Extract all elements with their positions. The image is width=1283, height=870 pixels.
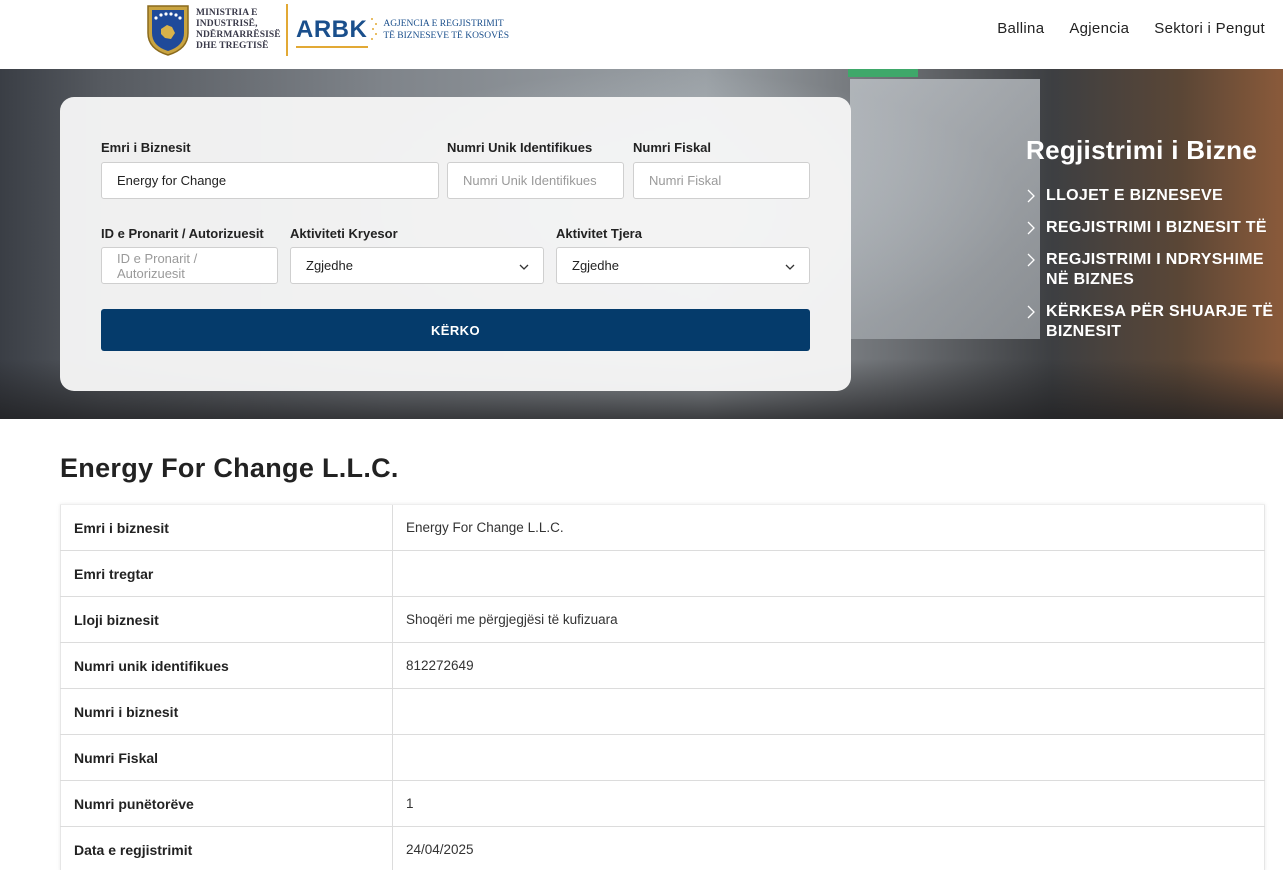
hero-link-list: LLOJET E BIZNESEVE REGJISTRIMI I BIZNESI… xyxy=(1026,186,1283,342)
row-key: Numri punëtorëve xyxy=(60,781,393,826)
row-key: Numri i biznesit xyxy=(60,689,393,734)
hero-link-text: REGJISTRIMI I NDRYSHIME xyxy=(1046,251,1264,268)
table-row: Numri unik identifikues 812272649 xyxy=(60,643,1265,689)
top-header: MINISTRIA E INDUSTRISË, NDËRMARRËSISË DH… xyxy=(0,0,1283,69)
nav-agjencia[interactable]: Agjencia xyxy=(1069,20,1129,37)
row-value: Shoqëri me përgjegjësi të kufizuara xyxy=(393,597,1265,642)
hero-link-text: BIZNESIT xyxy=(1046,323,1122,340)
table-row: Lloji biznesit Shoqëri me përgjegjësi të… xyxy=(60,597,1265,643)
hero-link-text: LLOJET E BIZNESEVE xyxy=(1046,187,1223,204)
main-activity-label: Aktiviteti Kryesor xyxy=(290,226,398,241)
other-activity-value: Zgjedhe xyxy=(572,258,619,273)
nui-input[interactable]: Numri Unik Identifikues xyxy=(447,162,624,199)
hero-background-screen xyxy=(850,79,1040,339)
kosovo-crest-icon xyxy=(145,3,191,57)
hero-banner: Emri i Biznesit Energy for Change Numri … xyxy=(0,69,1283,419)
search-form: Emri i Biznesit Energy for Change Numri … xyxy=(60,97,851,391)
hero-link-text: NË BIZNES xyxy=(1046,271,1135,288)
row-value xyxy=(393,551,1265,596)
agency-name: AGJENCIA E REGJISTRIMIT TË BIZNESEVE TË … xyxy=(383,18,513,42)
owner-id-label: ID e Pronarit / Autorizuesit xyxy=(101,226,264,241)
table-row: Emri tregtar xyxy=(60,551,1265,597)
ministry-line: MINISTRIA E xyxy=(196,8,258,18)
chevron-right-icon xyxy=(1026,305,1036,319)
row-key: Numri Fiskal xyxy=(60,735,393,780)
fiscal-label: Numri Fiskal xyxy=(633,140,712,155)
ministry-name: MINISTRIA E INDUSTRISË, NDËRMARRËSISË DH… xyxy=(196,8,281,52)
business-title: Energy For Change L.L.C. xyxy=(60,453,399,483)
main-activity-select[interactable]: Zgjedhe xyxy=(290,247,544,284)
logo-divider xyxy=(286,4,288,56)
other-activity-label: Aktivitet Tjera xyxy=(556,226,642,241)
hero-link-llojet[interactable]: LLOJET E BIZNESEVE xyxy=(1026,186,1283,206)
arbk-underline xyxy=(296,46,368,48)
chevron-down-icon xyxy=(785,260,795,270)
ministry-line: DHE TREGTISË xyxy=(196,41,269,51)
agency-line: TË BIZNESEVE TË KOSOVËS xyxy=(383,31,510,41)
chevron-right-icon xyxy=(1026,221,1036,235)
chevron-right-icon xyxy=(1026,189,1036,203)
chevron-right-icon xyxy=(1026,253,1036,267)
hero-link-ndryshime[interactable]: REGJISTRIMI I NDRYSHIME NË BIZNES xyxy=(1026,250,1283,290)
row-value xyxy=(393,735,1265,780)
search-button[interactable]: KËRKO xyxy=(101,309,810,351)
stars-icon xyxy=(369,15,379,45)
owner-id-input[interactable]: ID e Pronarit / Autorizuesit xyxy=(101,247,278,284)
hero-link-shuarje[interactable]: KËRKESA PËR SHUARJE TË BIZNESIT xyxy=(1026,302,1283,342)
ministry-line: NDËRMARRËSISË xyxy=(196,30,281,40)
table-row: Emri i biznesit Energy For Change L.L.C. xyxy=(60,505,1265,551)
chevron-down-icon xyxy=(519,260,529,270)
nav-sektori-i-pengut[interactable]: Sektori i Pengut xyxy=(1154,20,1265,37)
ministry-line: INDUSTRISË, xyxy=(196,19,258,29)
logo-group[interactable]: MINISTRIA E INDUSTRISË, NDËRMARRËSISË DH… xyxy=(145,2,513,58)
arbk-logo: ARBK xyxy=(296,16,368,48)
row-key: Emri tregtar xyxy=(60,551,393,596)
table-row: Numri punëtorëve 1 xyxy=(60,781,1265,827)
business-name-label: Emri i Biznesit xyxy=(101,140,191,155)
nui-label: Numri Unik Identifikues xyxy=(447,140,593,155)
hero-link-text: REGJISTRIMI I BIZNESIT TË xyxy=(1046,219,1267,236)
row-value xyxy=(393,689,1265,734)
row-key: Data e regjistrimit xyxy=(60,827,393,870)
main-activity-value: Zgjedhe xyxy=(306,258,353,273)
row-key: Emri i biznesit xyxy=(60,505,393,550)
table-row: Data e regjistrimit 24/04/2025 xyxy=(60,827,1265,870)
hero-link-text: KËRKESA PËR SHUARJE TË xyxy=(1046,303,1274,320)
row-value: 24/04/2025 xyxy=(393,827,1265,870)
hero-title: Regjistrimi i Bizne xyxy=(1026,135,1258,165)
main-nav: Ballina Agjencia Sektori i Pengut xyxy=(997,20,1265,37)
business-details-table: Emri i biznesit Energy For Change L.L.C.… xyxy=(60,504,1265,870)
row-key: Lloji biznesit xyxy=(60,597,393,642)
row-key: Numri unik identifikues xyxy=(60,643,393,688)
hero-background-accent xyxy=(848,69,918,77)
row-value: 1 xyxy=(393,781,1265,826)
row-value: Energy For Change L.L.C. xyxy=(393,505,1265,550)
arbk-text: ARBK xyxy=(296,16,368,43)
business-name-input[interactable]: Energy for Change xyxy=(101,162,439,199)
table-row: Numri Fiskal xyxy=(60,735,1265,781)
table-row: Numri i biznesit xyxy=(60,689,1265,735)
other-activity-select[interactable]: Zgjedhe xyxy=(556,247,810,284)
row-value: 812272649 xyxy=(393,643,1265,688)
fiscal-number-input[interactable]: Numri Fiskal xyxy=(633,162,810,199)
hero-links: Regjistrimi i Bizne LLOJET E BIZNESEVE R… xyxy=(1026,135,1283,354)
hero-link-regjistrimi-biznesit[interactable]: REGJISTRIMI I BIZNESIT TË xyxy=(1026,218,1283,238)
agency-line: AGJENCIA E REGJISTRIMIT xyxy=(383,19,504,29)
nav-ballina[interactable]: Ballina xyxy=(997,20,1044,37)
